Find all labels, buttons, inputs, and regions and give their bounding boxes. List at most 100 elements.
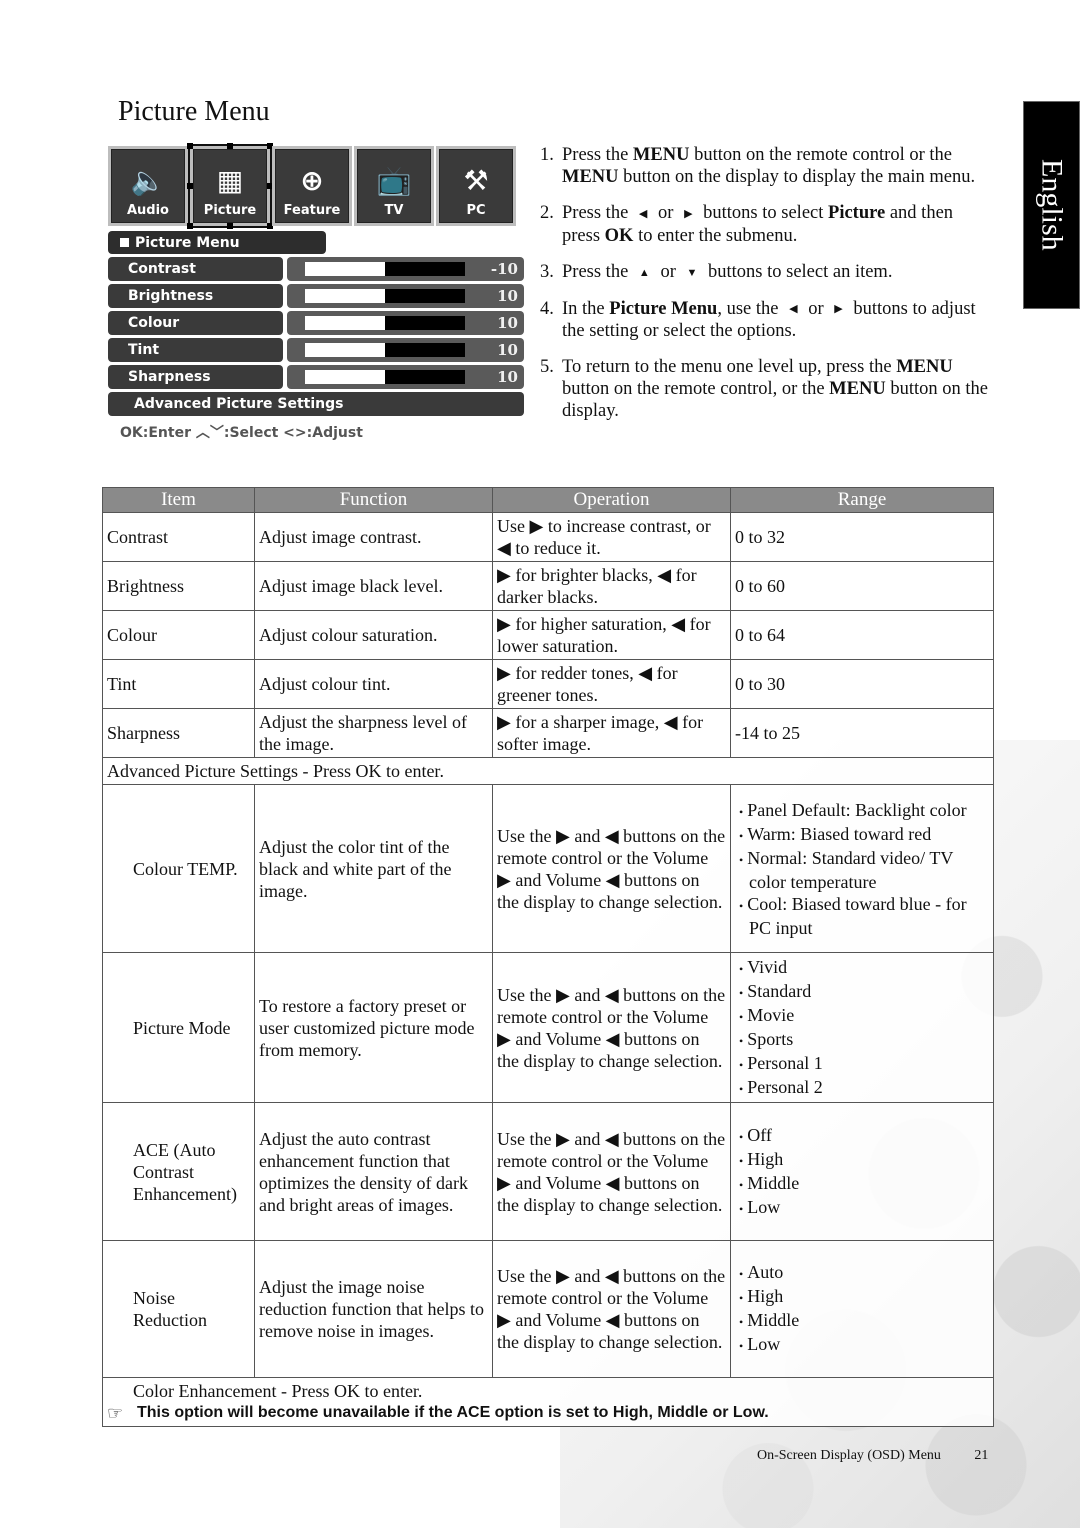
cell-item: Noise Reduction xyxy=(102,1240,255,1378)
page-footer: On-Screen Display (OSD) Menu 21 xyxy=(757,1448,988,1464)
step-text: Press the ◀ or ▶ buttons to select Pictu… xyxy=(562,203,954,246)
osd-row-value: -10 xyxy=(490,260,518,278)
options-list: OffHighMiddleLow xyxy=(735,1124,989,1220)
tools-icon: ⚒ xyxy=(463,164,489,197)
osd-row-label: Tint xyxy=(108,338,283,362)
option-item: Standard xyxy=(735,980,989,1004)
step-4: 4. In the Picture Menu, use the ◀ or ▶ bu… xyxy=(540,298,992,343)
cell-operation: Use the ▶ and ◀ buttons on the remote co… xyxy=(492,1240,731,1378)
header-function: Function xyxy=(254,487,493,513)
picture-icon: ▦ xyxy=(216,164,244,197)
option-item: Off xyxy=(735,1124,989,1148)
osd-slider-fill xyxy=(305,370,385,384)
step-number: 5. xyxy=(540,357,554,378)
cell-range: 0 to 32 xyxy=(730,512,994,562)
color-enhancement-row: Color Enhancement - Press OK to enter. ☞… xyxy=(102,1377,994,1427)
cell-options: AutoHighMiddleLow xyxy=(730,1240,994,1378)
cell-range: 0 to 64 xyxy=(730,610,994,660)
option-item: Middle xyxy=(735,1172,989,1196)
option-item: Low xyxy=(735,1196,989,1220)
cell-function: Adjust image black level. xyxy=(254,561,493,611)
osd-row-value: 10 xyxy=(497,314,518,332)
cell-function: Adjust image contrast. xyxy=(254,512,493,562)
table-row: Colour Adjust colour saturation. ▶ for h… xyxy=(102,610,994,660)
table-header-row: Item Function Operation Range xyxy=(102,487,994,513)
osd-row-brightness: Brightness 10 xyxy=(108,284,524,308)
osd-slider-fill xyxy=(305,316,385,330)
cell-function: Adjust colour saturation. xyxy=(254,610,493,660)
option-item: Auto xyxy=(735,1261,989,1285)
osd-slider-bar xyxy=(305,370,465,384)
table-row: Sharpness Adjust the sharpness level of … xyxy=(102,708,994,758)
tv-icon: 📺 xyxy=(376,164,412,197)
page-number: 21 xyxy=(974,1448,989,1463)
osd-row-label: Contrast xyxy=(108,257,283,281)
options-list: AutoHighMiddleLow xyxy=(735,1261,989,1357)
option-item: Panel Default: Backlight color xyxy=(735,799,989,823)
option-item: Normal: Standard video/ TV color tempera… xyxy=(735,847,989,893)
osd-row-label: Sharpness xyxy=(108,365,283,389)
osd-tab-audio: 🔈 Audio xyxy=(108,146,188,226)
option-item: Middle xyxy=(735,1309,989,1333)
cell-operation: Use the ▶ and ◀ buttons on the remote co… xyxy=(492,952,731,1103)
speaker-icon: 🔈 xyxy=(130,164,166,197)
option-item: Personal 2 xyxy=(735,1076,989,1100)
table-row: Colour TEMP. Adjust the color tint of th… xyxy=(102,784,994,953)
osd-advanced-settings: Advanced Picture Settings xyxy=(108,392,524,416)
option-item: Personal 1 xyxy=(735,1052,989,1076)
osd-settings-list: Contrast -10 Brightness 10 Colour 10 Tin… xyxy=(108,257,524,389)
osd-tab-bar: 🔈 Audio ▦ Picture ⊕ Feature 📺 TV ⚒ PC xyxy=(108,143,524,228)
osd-row-contrast: Contrast -10 xyxy=(108,257,524,281)
osd-tab-picture: ▦ Picture xyxy=(187,143,272,228)
osd-row-value: 10 xyxy=(497,287,518,305)
option-item: High xyxy=(735,1285,989,1309)
options-list: Panel Default: Backlight colorWarm: Bias… xyxy=(735,799,989,939)
cell-range: 0 to 30 xyxy=(730,659,994,709)
advanced-settings-label: Advanced Picture Settings - Press OK to … xyxy=(102,757,994,785)
osd-tab-pc: ⚒ PC xyxy=(436,146,516,226)
table-row: Picture Mode To restore a factory preset… xyxy=(102,952,994,1103)
osd-slider-fill xyxy=(305,262,385,276)
step-5: 5. To return to the menu one level up, pr… xyxy=(540,356,992,422)
osd-slider-bar xyxy=(305,343,465,357)
step-text: Press the MENU button on the remote cont… xyxy=(562,145,976,187)
cell-item: Contrast xyxy=(102,512,255,562)
pointing-hand-icon: ☞ xyxy=(107,1403,124,1423)
header-range: Range xyxy=(730,487,994,513)
cell-item: Colour xyxy=(102,610,255,660)
feature-icon: ⊕ xyxy=(300,164,324,197)
table-row: ACE (Auto Contrast Enhancement) Adjust t… xyxy=(102,1102,994,1241)
step-text: To return to the menu one level up, pres… xyxy=(562,357,988,422)
cell-item: Tint xyxy=(102,659,255,709)
step-text: Press the ▲ or ▼ buttons to select an it… xyxy=(562,261,893,282)
color-enhancement-label: Color Enhancement - Press OK to enter. xyxy=(133,1381,423,1401)
table-row: Brightness Adjust image black level. ▶ f… xyxy=(102,561,994,611)
step-number: 3. xyxy=(540,261,554,282)
cell-range: 0 to 60 xyxy=(730,561,994,611)
cell-item: Brightness xyxy=(102,561,255,611)
step-2: 2. Press the ◀ or ▶ buttons to select Pic… xyxy=(540,202,992,247)
note-text: This option will become unavailable if t… xyxy=(137,1404,769,1421)
osd-row-colour: Colour 10 xyxy=(108,311,524,335)
table-row: Contrast Adjust image contrast. Use ▶ to… xyxy=(102,512,994,562)
osd-row-value: 10 xyxy=(497,341,518,359)
footer-section: On-Screen Display (OSD) Menu xyxy=(757,1448,941,1463)
cell-operation: Use the ▶ and ◀ buttons on the remote co… xyxy=(492,1102,731,1241)
step-number: 2. xyxy=(540,203,554,223)
cell-options: OffHighMiddleLow xyxy=(730,1102,994,1241)
table-row: Noise Reduction Adjust the image noise r… xyxy=(102,1240,994,1378)
cell-function: Adjust the color tint of the black and w… xyxy=(254,784,493,953)
osd-hint: OK:Enter ︿﹀:Select <>:Adjust xyxy=(120,425,363,441)
header-operation: Operation xyxy=(492,487,731,513)
step-3: 3. Press the ▲ or ▼ buttons to select an … xyxy=(540,261,992,284)
options-list: VividStandardMovieSportsPersonal 1Person… xyxy=(735,956,989,1100)
osd-slider-bar xyxy=(305,262,465,276)
option-item: Cool: Biased toward blue - for PC input xyxy=(735,893,989,939)
note: ☞ This option will become unavailable if … xyxy=(107,1402,989,1424)
osd-tab-tv: 📺 TV xyxy=(354,146,434,226)
osd-slider-bar xyxy=(305,289,465,303)
cell-item: ACE (Auto Contrast Enhancement) xyxy=(102,1102,255,1241)
cell-options: Panel Default: Backlight colorWarm: Bias… xyxy=(730,784,994,953)
cell-function: Adjust the auto contrast enhancement fun… xyxy=(254,1102,493,1241)
step-number: 1. xyxy=(540,145,554,165)
